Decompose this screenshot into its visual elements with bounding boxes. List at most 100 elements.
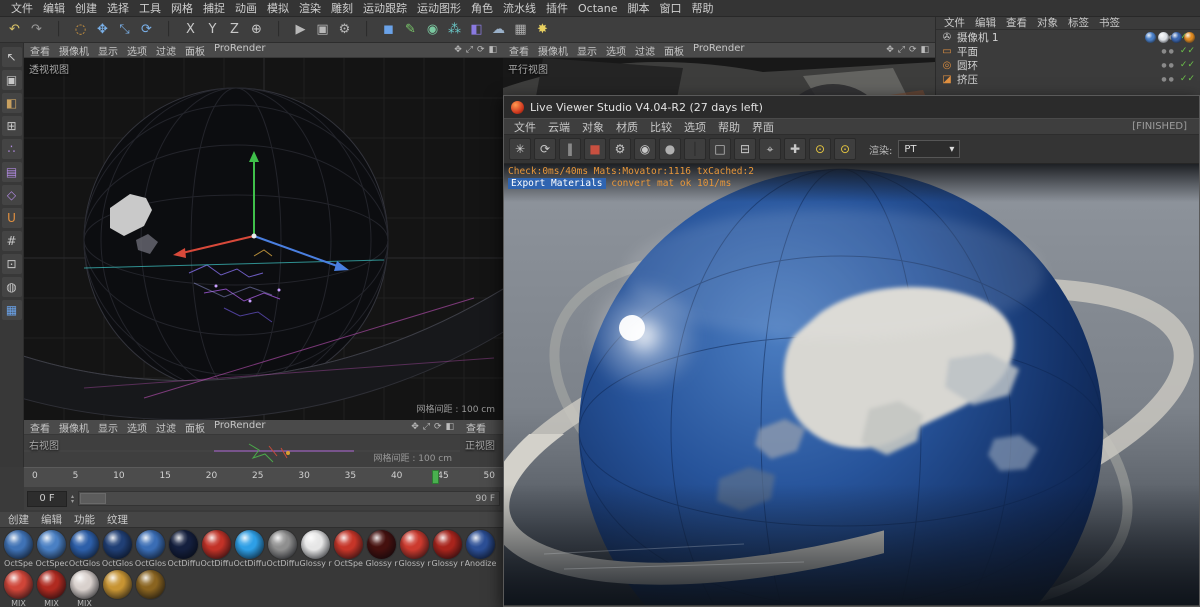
enabled-check-icon[interactable]: ✓✓	[1180, 46, 1195, 56]
texture-tag-icon[interactable]	[1184, 32, 1195, 43]
menu-item[interactable]: 流水线	[498, 0, 541, 16]
rotate-tool-icon[interactable]: ⟳	[136, 19, 157, 40]
viewport-menu-item[interactable]: 面板	[185, 420, 205, 435]
pick-white-balance-icon[interactable]: ⊙	[809, 138, 831, 160]
menu-item[interactable]: 网格	[166, 0, 198, 16]
pan-view-icon[interactable]: ✥	[886, 45, 894, 55]
live-viewer-menu-item[interactable]: 界面	[746, 119, 780, 135]
material-thumbnail[interactable]: OctSpe	[332, 530, 365, 569]
undo-icon[interactable]: ↶	[4, 19, 25, 40]
menu-item[interactable]: 角色	[466, 0, 498, 16]
menu-item[interactable]: 动画	[230, 0, 262, 16]
material-thumbnail[interactable]: OctDiffu	[266, 530, 299, 569]
points-mode-icon[interactable]: ∴	[1, 139, 22, 159]
current-frame-field[interactable]: 0 F	[27, 490, 67, 507]
polygons-mode-icon[interactable]: ◇	[1, 185, 22, 205]
menu-item[interactable]: 帮助	[687, 0, 719, 16]
toggle-view-icon[interactable]: ◧	[445, 422, 454, 432]
pick-focus-icon[interactable]: ✚	[784, 138, 806, 160]
viewport-menu-item[interactable]: ProRender	[214, 43, 265, 57]
material-thumbnail[interactable]: OctDiffu	[200, 530, 233, 569]
menu-item[interactable]: 插件	[541, 0, 573, 16]
object-row[interactable]: ▭ 平面 ●● ✓✓	[936, 44, 1200, 58]
viewport-menu-item[interactable]: 过滤	[156, 43, 176, 58]
rotate-view-icon[interactable]: ⟳	[434, 422, 442, 432]
pick-material-icon[interactable]: ⌖	[759, 138, 781, 160]
viewport-menu-item[interactable]: 面板	[664, 43, 684, 58]
array-generator-icon[interactable]: ⁂	[444, 19, 465, 40]
texture-tag-icon[interactable]	[1158, 32, 1169, 43]
material-menu-item[interactable]: 创建	[8, 512, 29, 527]
viewport-filter-icon[interactable]: ◍	[1, 277, 22, 297]
material-thumbnail[interactable]: MIX	[2, 570, 35, 607]
pick-light-icon[interactable]: ⊙	[834, 138, 856, 160]
spline-pen-icon[interactable]: ✎	[400, 19, 421, 40]
menu-item[interactable]: 窗口	[655, 0, 687, 16]
live-viewer-menu-item[interactable]: 文件	[508, 119, 542, 135]
visibility-dots-icon[interactable]: ●●	[1161, 48, 1175, 55]
material-thumbnail[interactable]: OctGlos	[101, 530, 134, 569]
timeline-slider-handle[interactable]	[80, 493, 107, 504]
viewport-menu-item[interactable]: 摄像机	[538, 43, 568, 58]
clay-mode-icon[interactable]: ●	[659, 138, 681, 160]
cube-primitive-icon[interactable]: ◼	[378, 19, 399, 40]
viewport-perspective[interactable]: 透视视图 网格间距 : 100 cm	[24, 58, 503, 420]
object-row[interactable]: ◪ 挤压 ●● ✓✓	[936, 72, 1200, 86]
edges-mode-icon[interactable]: ▤	[1, 162, 22, 182]
viewport-menu-item[interactable]: 查看	[466, 420, 486, 435]
rotate-view-icon[interactable]: ⟳	[909, 45, 917, 55]
menu-item[interactable]: 创建	[70, 0, 102, 16]
pause-render-icon[interactable]: ‖	[559, 138, 581, 160]
viewport-menu-item[interactable]: 选项	[127, 43, 147, 58]
locked-workplane-icon[interactable]: ⊡	[1, 254, 22, 274]
material-thumbnail[interactable]: Glossy r	[431, 530, 464, 569]
enable-snap-icon[interactable]: U	[1, 208, 22, 228]
zoom-view-icon[interactable]: ⤢	[423, 422, 430, 432]
material-thumbnail[interactable]: MIX	[68, 570, 101, 607]
material-thumbnail[interactable]: Glossy r	[299, 530, 332, 569]
deformer-icon[interactable]: ◧	[466, 19, 487, 40]
material-thumbnail[interactable]: OctGlos	[134, 530, 167, 569]
material-thumbnail[interactable]: Glossy r	[365, 530, 398, 569]
octane-logo-icon[interactable]: ✳	[509, 138, 531, 160]
rotate-view-icon[interactable]: ⟳	[477, 45, 485, 55]
menu-item[interactable]: Octane	[573, 2, 623, 15]
coordinate-system-icon[interactable]: ⊕	[246, 19, 267, 40]
separator[interactable]: │	[268, 19, 289, 40]
texture-mode-icon[interactable]: ◧	[1, 93, 22, 113]
live-viewer-menu-item[interactable]: 材质	[610, 119, 644, 135]
live-viewer-menu-item[interactable]: 帮助	[712, 119, 746, 135]
viewport-menu-item[interactable]: 过滤	[156, 420, 176, 435]
viewport-menu-item[interactable]: 查看	[30, 43, 50, 58]
viewport-menu-item[interactable]: 面板	[185, 43, 205, 58]
y-axis-lock-button[interactable]: Y	[202, 19, 223, 40]
menu-item[interactable]: 文件	[6, 0, 38, 16]
material-thumbnail[interactable]: OctDiffu	[167, 530, 200, 569]
viewport-menu-item[interactable]: 过滤	[635, 43, 655, 58]
restart-render-icon[interactable]: ⟳	[534, 138, 556, 160]
menu-item[interactable]: 编辑	[38, 0, 70, 16]
zoom-view-icon[interactable]: ⤢	[898, 45, 905, 55]
toggle-view-icon[interactable]: ◧	[920, 45, 929, 55]
environment-icon[interactable]: ☁	[488, 19, 509, 40]
menu-item[interactable]: 脚本	[623, 0, 655, 16]
redo-icon[interactable]: ↷	[26, 19, 47, 40]
settings-gear-icon[interactable]: ⚙	[609, 138, 631, 160]
live-viewer-menu-item[interactable]: 选项	[678, 119, 712, 135]
render-settings-icon[interactable]: ⚙	[334, 19, 355, 40]
viewport-front[interactable]: 正视图	[460, 435, 503, 467]
toggle-view-icon[interactable]: ◧	[488, 45, 497, 55]
clear-region-icon[interactable]: ⊟	[734, 138, 756, 160]
timeline-playhead[interactable]	[432, 470, 439, 484]
texture-tag-icon[interactable]	[1171, 32, 1182, 43]
viewport-menu-item[interactable]: 选项	[127, 420, 147, 435]
separator[interactable]: │	[158, 19, 179, 40]
layer-manager-icon[interactable]: ▦	[1, 300, 22, 320]
material-thumbnail[interactable]: Anodize	[464, 530, 497, 569]
viewport-menu-item[interactable]: 显示	[577, 43, 597, 58]
viewport-menu-item[interactable]: 显示	[98, 420, 118, 435]
menu-item[interactable]: 选择	[102, 0, 134, 16]
pan-view-icon[interactable]: ✥	[454, 45, 462, 55]
menu-item[interactable]: 工具	[134, 0, 166, 16]
visibility-dots-icon[interactable]: ●●	[1161, 62, 1175, 69]
